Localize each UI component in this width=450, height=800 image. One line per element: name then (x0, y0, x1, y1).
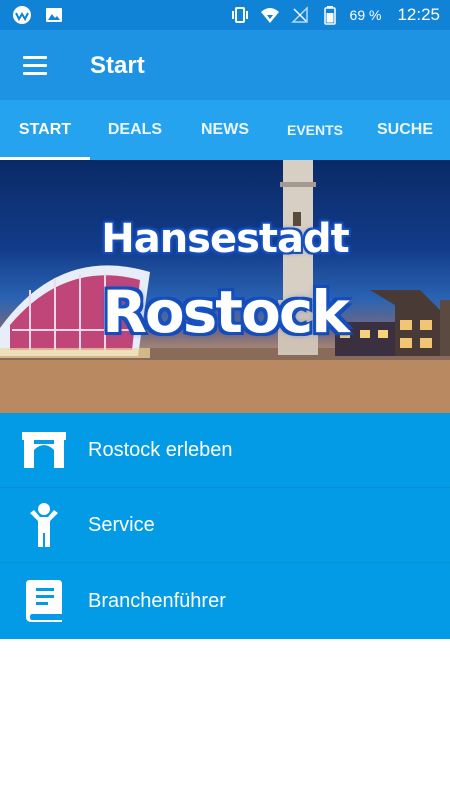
image-icon (46, 8, 62, 22)
main-menu-list: Rostock erleben Service Branchenführer (0, 413, 450, 639)
status-bar: 69 % 12:25 (0, 0, 450, 30)
battery-percent: 69 % (349, 7, 382, 23)
book-icon (0, 564, 88, 639)
tab-deals-label: DEALS (107, 121, 163, 138)
clock: 12:25 (397, 5, 440, 24)
tab-suche[interactable]: SUCHE (360, 100, 450, 160)
menu-icon[interactable] (14, 47, 56, 83)
menu-item-label: Branchenführer (88, 589, 226, 612)
hero-title-line2: Rostock (102, 278, 350, 346)
app-notification-icon (13, 6, 31, 24)
tab-suche-label: SUCHE (376, 121, 433, 138)
menu-item-rostock-erleben[interactable]: Rostock erleben (0, 413, 450, 488)
no-signal-icon (290, 6, 308, 23)
hero-banner[interactable]: Hansestadt Rostock (0, 160, 450, 413)
menu-item-label: Rostock erleben (88, 438, 233, 461)
page-title: Start (90, 52, 145, 79)
hero-title-line1: Hansestadt (101, 216, 350, 262)
tab-start[interactable]: START (0, 100, 90, 160)
gate-icon (0, 413, 88, 488)
tab-bar: START DEALS NEWS EVENTS SUCHE (0, 100, 450, 160)
menu-item-branchenfuehrer[interactable]: Branchenführer (0, 563, 450, 639)
app-bar: Start (0, 30, 450, 100)
wifi-icon (260, 8, 279, 23)
vibrate-icon (231, 7, 248, 23)
tab-news-label: NEWS (201, 121, 249, 138)
battery-icon (323, 6, 336, 25)
tab-events-label: EVENTS (286, 122, 343, 138)
tab-events[interactable]: EVENTS (270, 100, 360, 160)
menu-item-service[interactable]: Service (0, 488, 450, 563)
tab-start-label: START (18, 121, 72, 138)
tab-deals[interactable]: DEALS (90, 100, 180, 160)
person-icon (0, 488, 88, 563)
tab-news[interactable]: NEWS (180, 100, 270, 160)
menu-item-label: Service (88, 513, 155, 536)
